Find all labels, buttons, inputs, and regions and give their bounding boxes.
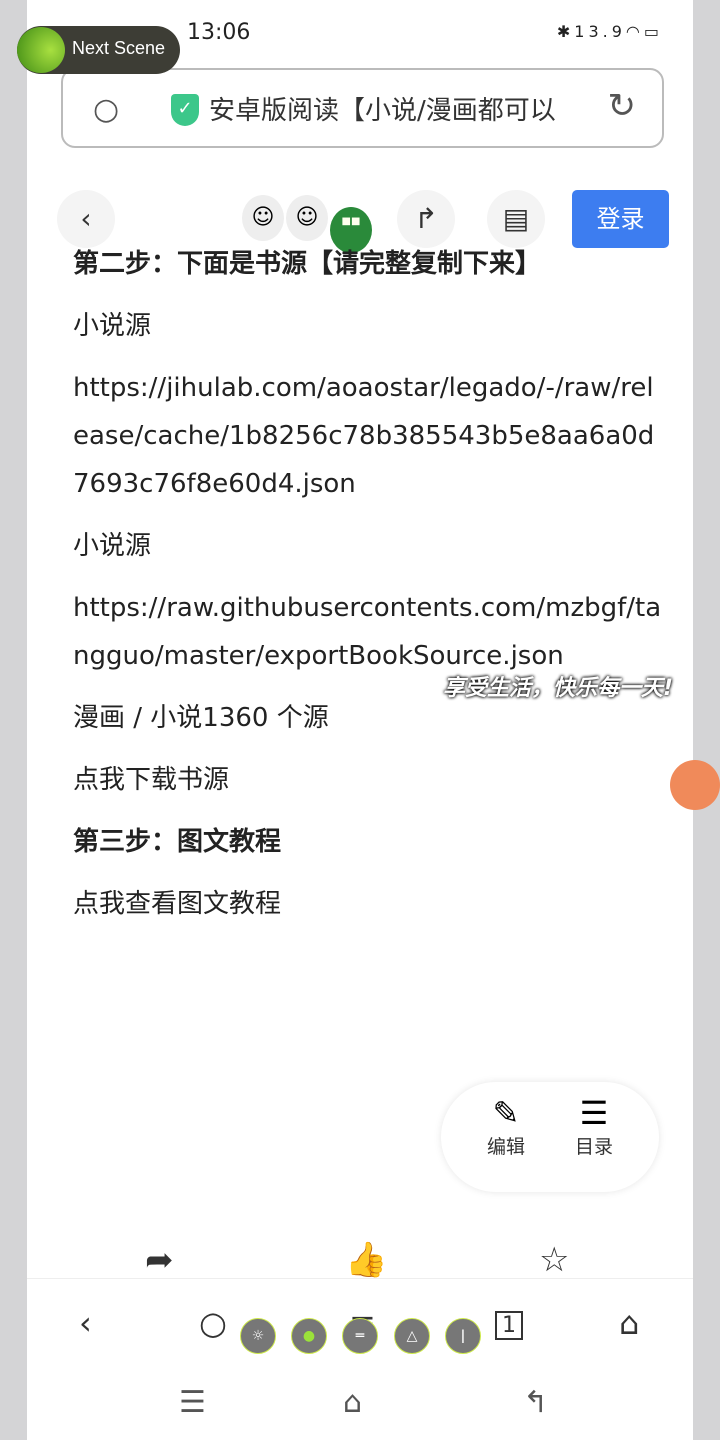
download-link[interactable]: 点我下载书源 [73,756,663,804]
thermometer-icon[interactable]: ǀ [445,1318,481,1354]
wifi-icon: ◠ [625,22,644,41]
address-bar[interactable]: ○ ✓ 安卓版阅读【小说/漫画都可以 ↻ [61,68,664,148]
search-icon[interactable]: ○ [93,92,119,127]
net-speed: 13.9 [574,22,626,41]
step3-heading: 第三步：图文教程 [73,827,282,857]
avatar: ☺ [242,195,284,241]
step2-heading: 第二步：下面是书源【请完整复制下来】 [73,249,542,279]
back-icon[interactable]: ‹ [79,1304,92,1342]
brightness-icon[interactable]: ☼ [240,1318,276,1354]
triangle-icon[interactable]: △ [394,1318,430,1354]
phone-screen: 13:06 ✱13.9◠▭ ○ ✓ 安卓版阅读【小说/漫画都可以 ↻ ‹ ☺ ☺ ■… [27,0,693,1440]
clock: 13:06 [187,20,251,45]
floating-menu: ✎ 编辑 ☰ 目录 [441,1082,659,1192]
back-icon[interactable]: ↰ [523,1385,548,1420]
shield-check-icon: ✓ [171,94,199,126]
tutorial-link[interactable]: 点我查看图文教程 [73,880,663,928]
recents-icon[interactable]: ☰ [179,1385,206,1420]
source-label: 小说源 [73,311,152,341]
source-link[interactable]: https://raw.githubusercontents.com/mzbgf… [73,584,663,680]
system-nav: ☰ ⌂ ↰ [27,1385,693,1440]
avatar: ☺ [286,195,328,241]
thumbs-up-icon[interactable]: 👍 [345,1240,387,1280]
source-label: 小说源 [73,531,152,561]
caption-overlay: 享受生活，快乐每一天! [443,676,674,701]
pencil-icon: ✎ [492,1094,520,1132]
home-icon[interactable]: ⌂ [619,1304,639,1342]
reload-icon[interactable]: ↻ [608,86,637,126]
next-scene-button[interactable]: Next Scene [17,26,180,74]
floating-ball[interactable] [670,760,720,810]
tabs-button[interactable]: 1 [495,1311,523,1340]
bluetooth-icon: ✱ [556,22,575,41]
star-icon[interactable]: ☆ [539,1240,569,1280]
slider-icon[interactable]: ═ [342,1318,378,1354]
article-actions: ➦ 👍 ☆ [27,1240,693,1280]
green-dot-icon[interactable]: ● [291,1318,327,1354]
home-icon[interactable]: ⌂ [343,1385,362,1420]
forward-icon[interactable]: ➦ [145,1240,174,1280]
source-link[interactable]: https://jihulab.com/aoaostar/legado/-/ra… [73,364,663,508]
list-icon: ☰ [579,1094,609,1132]
edit-button[interactable]: ✎ 编辑 [471,1094,541,1159]
article-content: 第二步：下面是书源【请完整复制下来】 小说源 https://jihulab.c… [73,249,663,942]
page-title[interactable]: 安卓版阅读【小说/漫画都可以 [209,90,584,127]
toc-button[interactable]: ☰ 目录 [559,1094,629,1159]
search-icon[interactable]: ○ [199,1304,227,1342]
battery-icon: ▭ [643,22,663,41]
